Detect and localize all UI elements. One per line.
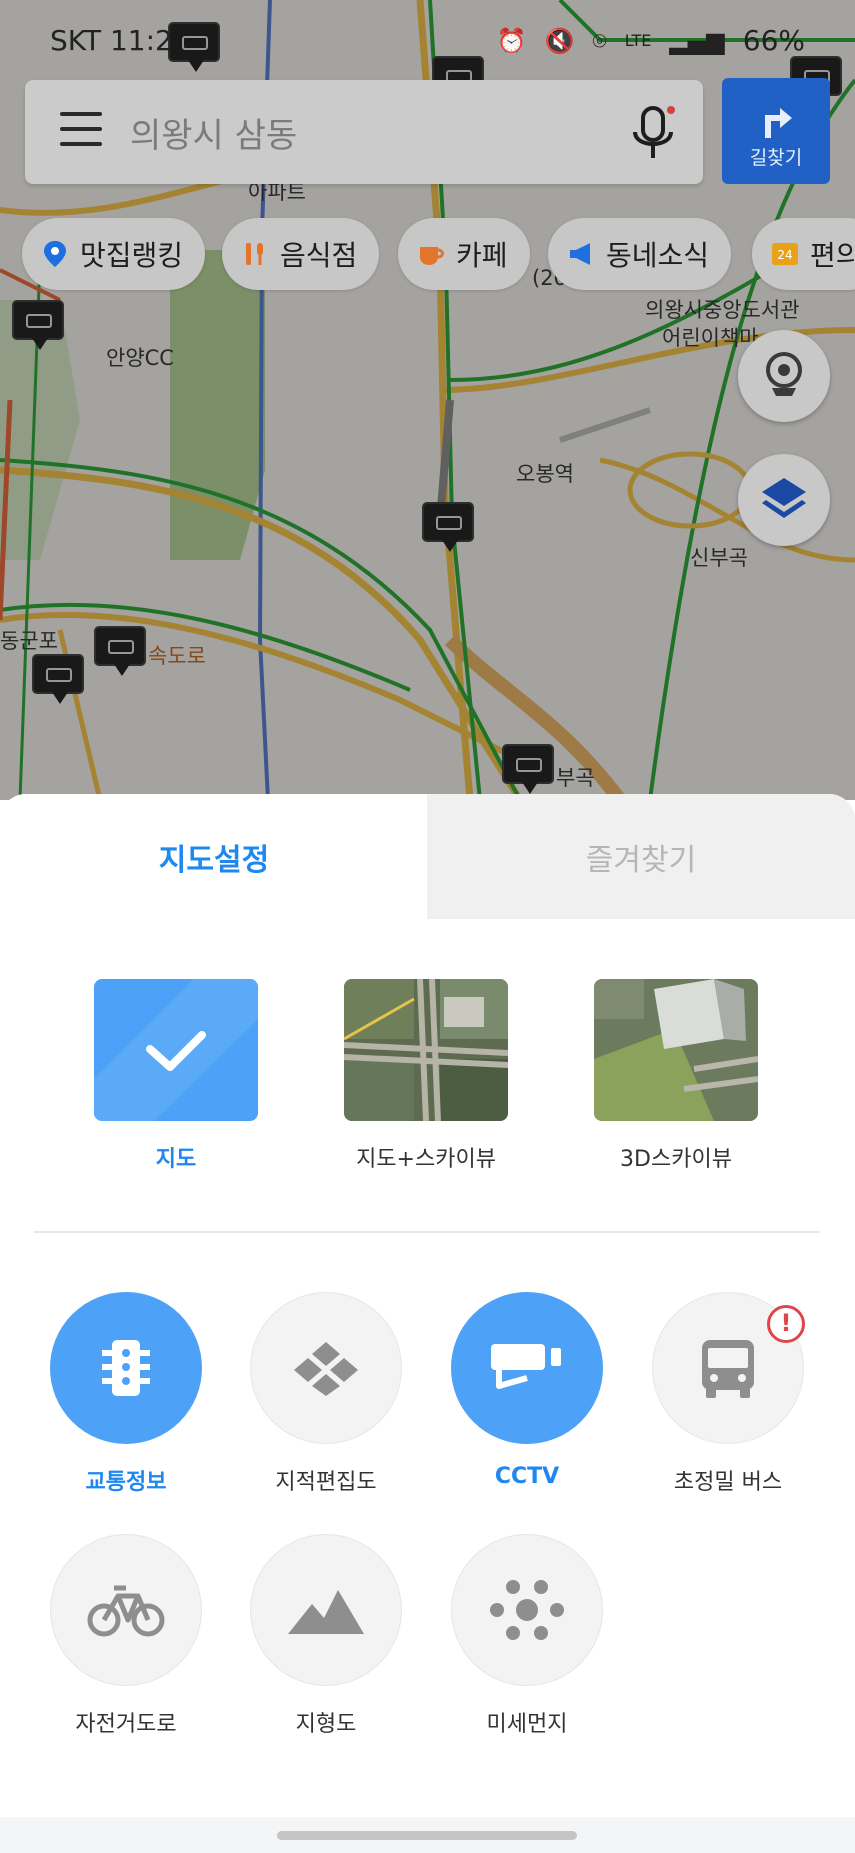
- map-type-3d-skyview[interactable]: 3D스카이뷰: [576, 979, 776, 1173]
- mute-icon: 🔇: [544, 26, 575, 55]
- layer-cctv-circle: [451, 1292, 603, 1444]
- microphone-icon[interactable]: [631, 104, 675, 164]
- tab-favorites[interactable]: 즐겨찾기: [427, 794, 855, 919]
- layer-dust-circle: [451, 1534, 603, 1686]
- chip-label: 편의: [810, 239, 855, 272]
- chip-label: 카페: [456, 239, 508, 272]
- tab-map-settings[interactable]: 지도설정: [0, 794, 428, 919]
- category-chips: 맛집랭킹 음식점 카페 동네소식 24 편의: [0, 218, 855, 290]
- chip-convenience[interactable]: 24 편의: [752, 218, 855, 290]
- layer-traffic-toggle[interactable]: 교통정보: [26, 1292, 226, 1496]
- search-bar[interactable]: 의왕시 삼동: [25, 80, 703, 184]
- menu-icon[interactable]: [60, 112, 102, 152]
- chip-cafe[interactable]: 카페: [398, 218, 530, 290]
- chip-restaurant[interactable]: 음식점: [222, 218, 380, 290]
- layer-dust-toggle[interactable]: 미세먼지: [427, 1534, 627, 1738]
- layer-bus-toggle[interactable]: ! 초정밀 버스: [628, 1292, 828, 1496]
- bus-icon: [702, 1340, 754, 1398]
- battery-percent: 66%: [742, 24, 805, 57]
- alert-badge: !: [767, 1305, 805, 1343]
- layer-label: CCTV: [494, 1464, 560, 1489]
- map-type-basic[interactable]: 지도: [76, 979, 276, 1173]
- divider: [34, 1231, 820, 1233]
- fork-knife-icon: [246, 243, 263, 265]
- sheet-tabs: 지도설정 즐겨찾기: [0, 794, 855, 919]
- map-type-label: 지도+스카이뷰: [356, 1147, 496, 1172]
- layer-label: 지형도: [295, 1712, 357, 1737]
- 3d-skyview-thumbnail: [594, 979, 758, 1121]
- layer-cadastral-circle: [250, 1292, 402, 1444]
- checkmark-icon: [94, 979, 258, 1121]
- map-pin-icon: [44, 241, 66, 267]
- layer-cadastral-toggle[interactable]: 지적편집도: [226, 1292, 426, 1496]
- coffee-cup-icon: [420, 247, 444, 265]
- layer-label: 미세먼지: [486, 1712, 568, 1737]
- alarm-icon: ⏰: [496, 26, 527, 55]
- layer-traffic-circle: [50, 1292, 202, 1444]
- network-type: LTE: [624, 31, 652, 50]
- map-settings-sheet: 지도설정 즐겨찾기 지도 지도+스카이뷰 3D스카이뷰 교통정보 지적편집도 C…: [0, 794, 855, 1853]
- layer-bicycle-circle: [50, 1534, 202, 1686]
- skyview-thumbnail: [344, 979, 508, 1121]
- cadastral-tiles-icon: [294, 1342, 358, 1396]
- webcam-icon: [766, 352, 802, 396]
- layer-terrain-circle: [250, 1534, 402, 1686]
- megaphone-icon: [570, 243, 590, 265]
- layer-cctv-toggle[interactable]: CCTV: [427, 1292, 627, 1489]
- cctv-view-button[interactable]: [738, 330, 830, 422]
- home-indicator-bar: [0, 1817, 855, 1853]
- cctv-camera-icon: [491, 1344, 561, 1389]
- layer-bus-circle: !: [652, 1292, 805, 1444]
- home-indicator[interactable]: [277, 1831, 577, 1840]
- traffic-light-icon: [102, 1340, 150, 1396]
- turn-arrow-icon: [765, 108, 792, 138]
- layer-bicycle-toggle[interactable]: 자전거도로: [26, 1534, 226, 1738]
- layers-icon: [762, 478, 806, 518]
- layer-terrain-toggle[interactable]: 지형도: [226, 1534, 426, 1738]
- location-icon: ⌾: [592, 26, 607, 55]
- chip-label: 음식점: [280, 239, 358, 272]
- directions-button[interactable]: 길찾기: [722, 78, 830, 184]
- carrier-time: SKT 11:2: [50, 24, 173, 57]
- signal-icon: ▂▄▆: [669, 26, 725, 55]
- layer-label: 교통정보: [85, 1470, 167, 1495]
- dust-dots-icon: [490, 1580, 564, 1640]
- layer-label: 지적편집도: [275, 1470, 377, 1495]
- map-view[interactable]: 아파트 의왕시중앙도서관 어린이책마 안양CC 오봉역 신부곡 IC 동군포 속…: [0, 0, 855, 800]
- bicycle-icon: [87, 1585, 165, 1637]
- mountain-icon: [288, 1590, 364, 1634]
- map-type-thumbnail: [94, 979, 258, 1121]
- layer-label: 자전거도로: [75, 1712, 177, 1737]
- layer-label: 초정밀 버스: [673, 1470, 783, 1495]
- directions-label: 길찾기: [749, 147, 803, 169]
- map-type-label: 지도: [155, 1147, 197, 1172]
- convenience-24-icon: 24: [772, 243, 798, 265]
- chip-local-news[interactable]: 동네소식: [548, 218, 732, 290]
- svg-text:24: 24: [777, 248, 792, 262]
- search-input[interactable]: 의왕시 삼동: [130, 108, 297, 157]
- status-bar: SKT 11:2 ⏰ 🔇 ⌾ LTE ▂▄▆ 66%: [0, 0, 855, 80]
- chip-label: 동네소식: [606, 239, 710, 272]
- map-type-label: 3D스카이뷰: [620, 1147, 732, 1172]
- map-type-skyview[interactable]: 지도+스카이뷰: [326, 979, 526, 1173]
- chip-restaurant-ranking[interactable]: 맛집랭킹: [22, 218, 206, 290]
- chip-label: 맛집랭킹: [80, 239, 184, 272]
- layers-button[interactable]: [738, 454, 830, 546]
